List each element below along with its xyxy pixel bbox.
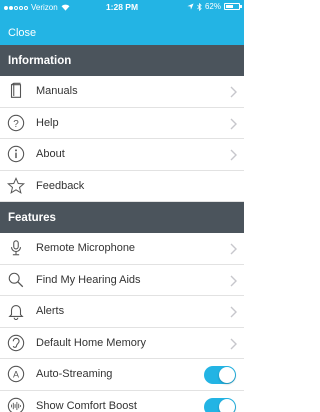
menu-item-label: Default Home Memory	[36, 336, 147, 349]
auto-streaming-toggle[interactable]	[204, 366, 236, 384]
menu-item-auto-streaming: A Auto-Streaming	[0, 359, 244, 391]
menu-item-label: Alerts	[36, 305, 65, 318]
battery-percent: 62%	[204, 2, 221, 11]
chevron-right-icon	[230, 149, 237, 161]
menu-item-find-my-hearing-aids[interactable]: Find My Hearing Aids	[0, 264, 244, 296]
menu-item-help[interactable]: ? Help	[0, 107, 244, 139]
menu-item-label: Auto-Streaming	[36, 368, 113, 381]
menu-item-remote-microphone[interactable]: Remote Microphone	[0, 233, 244, 265]
menu-item-label: Remote Microphone	[36, 242, 136, 255]
bluetooth-icon	[197, 2, 202, 11]
menu-item-label: Help	[36, 116, 59, 129]
status-right: 62%	[187, 2, 242, 11]
chevron-right-icon	[230, 86, 237, 98]
menu-item-about[interactable]: About	[0, 139, 244, 171]
menu-item-feedback[interactable]: Feedback	[0, 170, 244, 202]
top-bar: Verizon 1:28 PM 62% Close	[0, 0, 244, 45]
menu-item-label: Find My Hearing Aids	[36, 273, 141, 286]
menu-item-label: Manuals	[36, 85, 78, 98]
close-button[interactable]: Close	[8, 27, 36, 39]
search-icon	[5, 269, 27, 291]
microphone-icon	[5, 237, 27, 259]
chevron-right-icon	[230, 306, 237, 318]
status-bar: Verizon 1:28 PM 62%	[0, 0, 244, 16]
chevron-right-icon	[230, 338, 237, 349]
toggle-knob	[219, 367, 235, 383]
section-header-information: Information	[0, 45, 244, 76]
section-header-features: Features	[0, 202, 244, 233]
menu-item-label: About	[36, 148, 65, 161]
toggle-knob	[219, 398, 235, 412]
info-icon	[5, 143, 27, 165]
battery-icon	[224, 3, 242, 10]
menu-item-label: Show Comfort Boost	[36, 399, 137, 412]
bell-icon	[5, 300, 27, 322]
show-comfort-boost-toggle[interactable]	[204, 397, 236, 412]
menu-item-default-home-memory[interactable]: Default Home Memory	[0, 327, 244, 359]
star-icon	[5, 175, 27, 197]
chevron-right-icon	[230, 243, 237, 255]
ear-icon	[5, 332, 27, 354]
menu-item-manuals[interactable]: Manuals	[0, 76, 244, 108]
svg-text:A: A	[13, 370, 19, 380]
svg-text:?: ?	[13, 119, 19, 130]
question-icon: ?	[5, 112, 27, 134]
menu-item-alerts[interactable]: Alerts	[0, 296, 244, 328]
book-icon	[5, 80, 27, 102]
chevron-right-icon	[230, 275, 237, 286]
menu-item-label: Feedback	[36, 179, 85, 192]
chevron-right-icon	[230, 118, 237, 129]
location-icon	[187, 3, 194, 10]
wave-icon	[5, 395, 27, 412]
menu-item-show-comfort-boost: Show Comfort Boost	[0, 390, 244, 412]
auto-icon: A	[5, 363, 27, 385]
